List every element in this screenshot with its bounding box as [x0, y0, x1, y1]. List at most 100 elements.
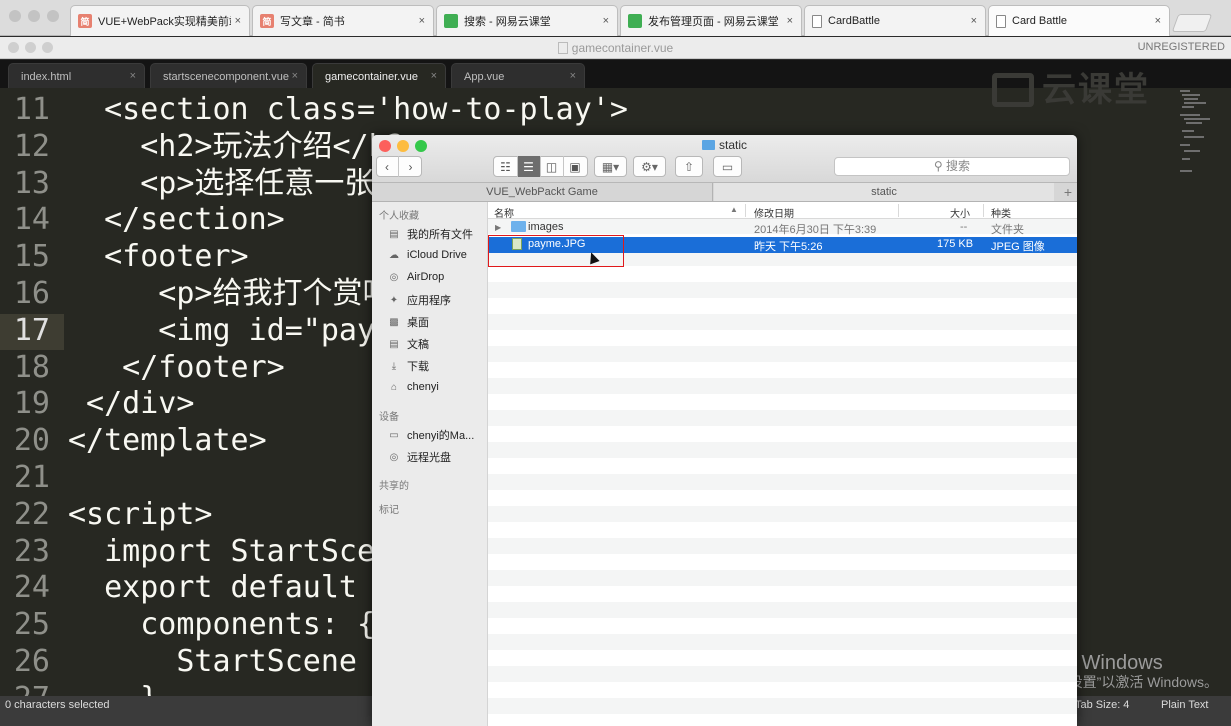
sidebar-item-home[interactable]: ⌂ chenyi [387, 380, 439, 394]
close-icon[interactable]: × [130, 70, 136, 82]
editor-tab-active[interactable]: gamecontainer.vue × [312, 63, 446, 88]
code-line[interactable]: </section> [68, 202, 285, 238]
browser-tab[interactable]: 搜索 - 网易云课堂 × [436, 5, 618, 36]
share-button[interactable]: ⇧ [675, 156, 703, 177]
line-number: 22 [13, 496, 50, 532]
line-number: 12 [13, 128, 50, 164]
sidebar-item-all-files[interactable]: ▤ 我的所有文件 [387, 226, 473, 242]
tags-button[interactable]: ▭ [713, 156, 742, 177]
sidebar-item-remote-disc[interactable]: ◎ 远程光盘 [387, 449, 451, 465]
tag-icon: ▭ [721, 159, 734, 174]
disclosure-triangle-icon[interactable]: ▶ [495, 223, 501, 232]
browser-tab[interactable]: 发布管理页面 - 网易云课堂 × [620, 5, 802, 36]
highlight-box [488, 235, 624, 267]
column-header-size[interactable]: 大小 [950, 205, 970, 220]
action-button[interactable]: ⚙▾ [633, 156, 666, 177]
code-line[interactable]: <h2>玩法介绍</h2> [68, 129, 423, 165]
code-line[interactable]: <section class='how-to-play'> [68, 92, 628, 128]
code-line[interactable]: <p>给我打个赏吧 [68, 276, 392, 312]
column-header-name[interactable]: 名称 [494, 205, 514, 220]
browser-tab-label: VUE+WebPack实现精美前端 [98, 16, 231, 28]
list-view-icon[interactable]: ☰ [517, 156, 541, 177]
file-row[interactable]: ▶ images 2014年6月30日 下午3:39 -- 文件夹 [488, 220, 1077, 236]
code-line[interactable]: import StartScene [68, 534, 411, 570]
close-icon[interactable]: × [787, 15, 793, 27]
back-icon[interactable]: ‹ [376, 156, 399, 177]
code-line[interactable]: <script> [68, 497, 213, 533]
icon-view-icon[interactable]: ☷ [495, 156, 518, 177]
sidebar-item-icloud[interactable]: ☁ iCloud Drive [387, 248, 467, 262]
browser-tab-active[interactable]: Card Battle × [988, 5, 1170, 36]
sidebar-item-applications[interactable]: ✦ 应用程序 [387, 292, 451, 308]
line-number: 24 [13, 570, 50, 606]
line-number: 14 [13, 202, 50, 238]
code-line[interactable]: export default { [68, 570, 393, 606]
arrange-button[interactable]: ▦▾ [594, 156, 627, 177]
home-icon: ⌂ [390, 381, 398, 393]
search-field[interactable]: ⚲ 搜索 [834, 157, 1070, 176]
editor-tab[interactable]: startscenecomponent.vue × [150, 63, 307, 88]
code-line[interactable]: StartScene [68, 644, 357, 680]
documents-icon: ▤ [389, 338, 399, 350]
netease-icon [444, 14, 458, 28]
sidebar-item-downloads[interactable]: ⤓ 下载 [387, 358, 429, 374]
sidebar-item-documents[interactable]: ▤ 文稿 [387, 336, 429, 352]
code-line[interactable]: components: { [68, 607, 375, 643]
add-tab-button[interactable]: + [1064, 183, 1072, 201]
browser-tab-label: 发布管理页面 - 网易云课堂 [648, 16, 779, 28]
finder-tab[interactable]: VUE_WebPackt Game [372, 183, 713, 201]
finder-path-tabs: VUE_WebPackt Game static + [372, 183, 1077, 202]
close-icon[interactable]: × [603, 15, 609, 27]
close-icon[interactable]: × [419, 15, 425, 27]
close-icon[interactable]: × [292, 70, 298, 82]
close-icon[interactable]: × [1155, 15, 1161, 27]
sidebar-item-desktop[interactable]: ▩ 桌面 [387, 314, 429, 330]
close-icon[interactable]: × [570, 70, 576, 82]
sidebar-header-shared: 共享的 [379, 481, 409, 492]
sidebar-item-airdrop[interactable]: ◎ AirDrop [387, 270, 445, 284]
close-icon[interactable]: × [235, 15, 241, 27]
sidebar-item-label: 下载 [407, 361, 429, 373]
sidebar-item-mac[interactable]: ▭ chenyi的Ma... [387, 427, 474, 443]
line-number: 23 [13, 533, 50, 569]
browser-close-dot[interactable] [9, 10, 21, 22]
browser-zoom-dot[interactable] [47, 10, 59, 22]
code-line[interactable]: </footer> [68, 350, 285, 386]
editor-tab-label: startscenecomponent.vue [163, 71, 289, 83]
column-header-kind[interactable]: 种类 [991, 205, 1011, 220]
code-line[interactable]: </div> [68, 386, 194, 422]
column-header-modified[interactable]: 修改日期 [754, 205, 794, 220]
jianshu-icon: 简 [260, 14, 274, 28]
column-view-icon[interactable]: ◫ [541, 156, 564, 177]
line-number: 16 [13, 276, 50, 311]
folder-icon [511, 221, 526, 234]
new-tab-button[interactable] [1171, 14, 1213, 32]
editor-tab[interactable]: index.html × [8, 63, 145, 88]
code-line[interactable]: <img id="payme [68, 313, 411, 349]
close-icon[interactable]: × [971, 15, 977, 27]
close-icon[interactable]: × [431, 70, 437, 82]
line-number: 11 [13, 92, 50, 127]
code-line[interactable]: <footer> [68, 239, 249, 275]
finder-tab-active[interactable]: static [714, 183, 1054, 201]
finder-toolbar: static ‹ › ☷ ☰ ◫ ▣ ▦▾ ⚙▾ ⇧ ▭ ⚲ 搜索 [372, 135, 1077, 183]
browser-minimize-dot[interactable] [28, 10, 40, 22]
forward-icon[interactable]: › [399, 156, 422, 177]
browser-tab[interactable]: 简 VUE+WebPack实现精美前端 × [70, 5, 250, 36]
minimap[interactable] [1176, 88, 1226, 208]
doc-icon [812, 14, 822, 28]
browser-tab-label: 搜索 - 网易云课堂 [464, 16, 551, 28]
browser-tab[interactable]: CardBattle × [804, 5, 986, 36]
editor-tab[interactable]: App.vue × [451, 63, 585, 88]
editor-title-bar: gamecontainer.vue UNREGISTERED [0, 37, 1231, 59]
line-number: 25 [13, 607, 50, 643]
syntax-status[interactable]: Plain Text [1161, 699, 1209, 711]
arrange-icon: ▦▾ [601, 159, 620, 174]
sidebar-item-label: 我的所有文件 [407, 229, 473, 241]
tab-size-status[interactable]: Tab Size: 4 [1075, 699, 1129, 711]
code-line[interactable]: </template> [68, 423, 267, 459]
browser-tab[interactable]: 简 写文章 - 简书 × [252, 5, 434, 36]
code-line[interactable]: <p>选择任意一张 [68, 166, 374, 202]
coverflow-view-icon[interactable]: ▣ [564, 156, 587, 177]
sidebar-item-label: iCloud Drive [407, 249, 467, 261]
